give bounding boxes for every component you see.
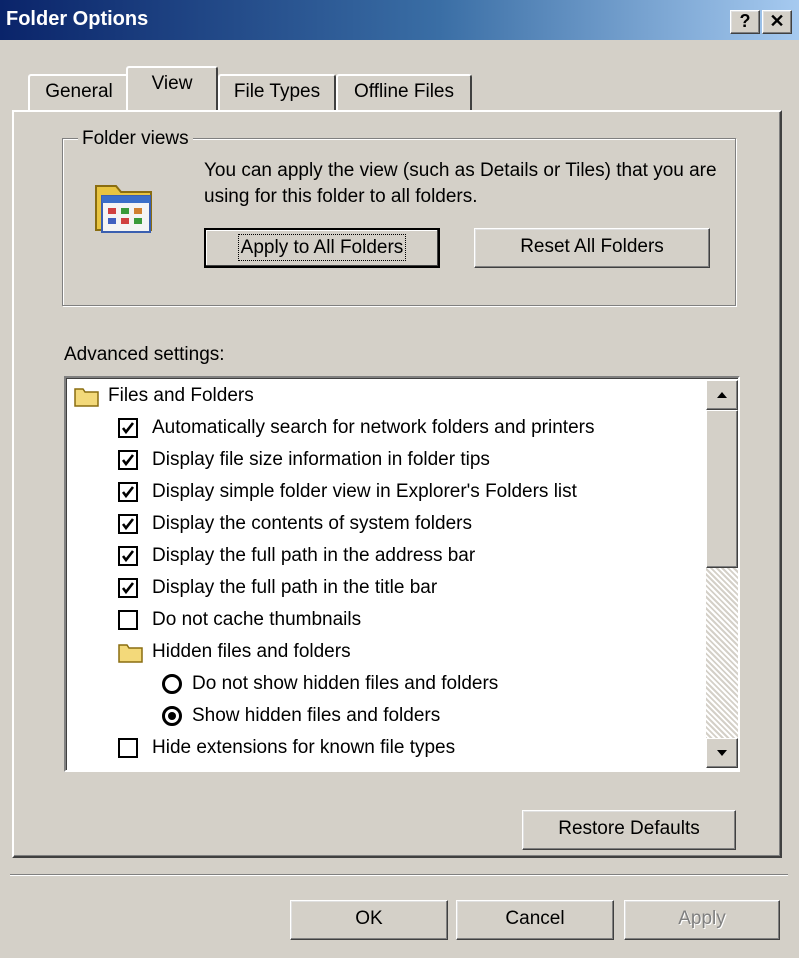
arrow-up-icon — [717, 392, 727, 398]
check-icon — [121, 422, 135, 435]
reset-all-folders-label: Reset All Folders — [520, 236, 664, 257]
help-button[interactable]: ? — [730, 10, 760, 34]
list-item-label: Display the full path in the address bar — [152, 545, 476, 566]
list-item-label: Display the full path in the title bar — [152, 577, 438, 598]
title-bar[interactable]: Folder Options ? ✕ — [0, 0, 799, 40]
advanced-settings-list[interactable]: Files and Folders Automatically search f… — [64, 376, 740, 772]
apply-label: Apply — [678, 908, 726, 929]
arrow-down-icon — [717, 750, 727, 756]
scroll-down-button[interactable] — [706, 738, 738, 768]
checkbox[interactable] — [118, 546, 138, 566]
apply-to-all-folders-label: Apply to All Folders — [237, 234, 407, 261]
vertical-scrollbar[interactable] — [706, 380, 738, 768]
list-item-label: Hide extensions for known file types — [152, 737, 456, 758]
folder-icon — [74, 388, 99, 407]
check-icon — [121, 582, 135, 595]
checkbox[interactable] — [118, 482, 138, 502]
list-item-label: Files and Folders — [108, 385, 254, 406]
cancel-label: Cancel — [505, 908, 565, 929]
footer-divider — [10, 874, 788, 876]
folder-icon — [118, 644, 143, 663]
folder-views-legend: Folder views — [78, 128, 193, 150]
radio-selected-dot — [168, 712, 176, 720]
checkbox[interactable] — [118, 610, 138, 630]
checkbox[interactable] — [118, 450, 138, 470]
restore-defaults-label: Restore Defaults — [558, 818, 700, 839]
checkbox[interactable] — [118, 514, 138, 534]
list-item-label: Display simple folder view in Explorer's… — [152, 481, 577, 502]
folder-options-dialog: Folder Options ? ✕ General View File Typ… — [0, 0, 799, 958]
cancel-button[interactable]: Cancel — [456, 900, 614, 940]
folder-views-description: You can apply the view (such as Details … — [204, 160, 717, 207]
checkbox[interactable] — [118, 578, 138, 598]
radio-button[interactable] — [162, 674, 182, 694]
restore-defaults-button[interactable]: Restore Defaults — [522, 810, 736, 850]
radio-button[interactable] — [162, 706, 182, 726]
checkbox[interactable] — [118, 418, 138, 438]
checkbox[interactable] — [118, 738, 138, 758]
folder-view-icon — [95, 185, 152, 233]
list-item-label: Hidden files and folders — [152, 641, 351, 662]
reset-all-folders-button[interactable]: Reset All Folders — [474, 228, 710, 268]
advanced-settings-label: Advanced settings: — [64, 344, 225, 365]
list-item-label: Do not show hidden files and folders — [192, 673, 499, 694]
check-icon — [121, 518, 135, 531]
list-item-label: Automatically search for network folders… — [152, 417, 595, 438]
check-icon — [121, 486, 135, 499]
tab-offline-files[interactable]: Offline Files — [336, 74, 472, 110]
ok-button[interactable]: OK — [290, 900, 448, 940]
list-item-label: Do not cache thumbnails — [152, 609, 362, 630]
ok-label: OK — [355, 908, 383, 929]
window-title: Folder Options — [6, 8, 149, 30]
check-icon — [121, 550, 135, 563]
tab-file-types[interactable]: File Types — [218, 74, 336, 110]
tab-general[interactable]: General — [28, 74, 130, 110]
apply-to-all-folders-button[interactable]: Apply to All Folders — [204, 228, 440, 268]
scroll-thumb[interactable] — [706, 410, 738, 568]
tab-view[interactable]: View — [126, 66, 218, 110]
list-item-label: Display the contents of system folders — [152, 513, 472, 534]
check-icon — [121, 454, 135, 467]
list-item-label: Show hidden files and folders — [192, 705, 441, 726]
scroll-up-button[interactable] — [706, 380, 738, 410]
apply-button[interactable]: Apply — [624, 900, 780, 940]
list-item-label: Display file size information in folder … — [152, 449, 490, 470]
close-button[interactable]: ✕ — [762, 10, 792, 34]
